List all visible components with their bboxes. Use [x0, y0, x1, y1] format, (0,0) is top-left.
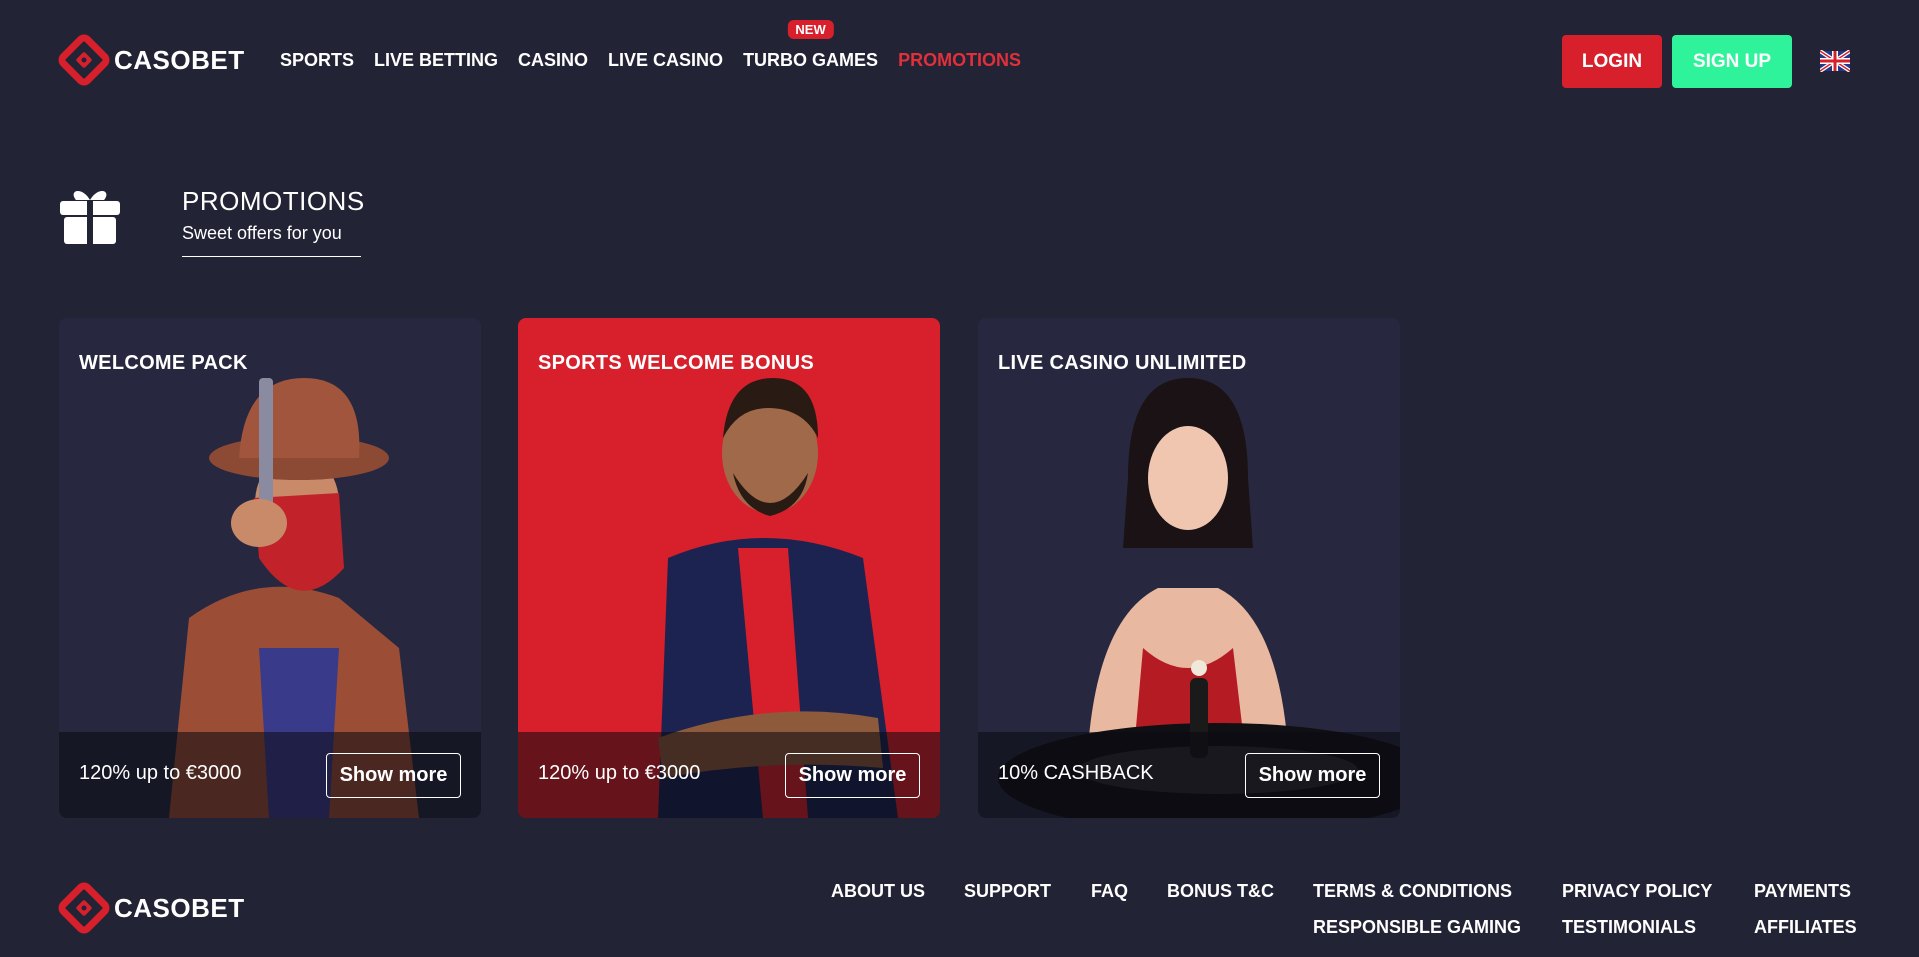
logo-diamond-icon [58, 882, 110, 934]
logo-text: CASOBET [114, 892, 245, 923]
footer-link-terms-conditions[interactable]: TERMS & CONDITIONS [1313, 881, 1512, 902]
promo-card-live-casino-unlimited[interactable]: LIVE CASINO UNLIMITED 10% CASHBACK Show … [978, 318, 1400, 818]
page-title: PROMOTIONS [182, 186, 365, 216]
nav-item-live-casino[interactable]: LIVE CASINO [608, 50, 723, 71]
main-nav: SPORTS LIVE BETTING CASINO LIVE CASINO N… [280, 20, 1041, 71]
heading-underline [182, 256, 361, 257]
card-footer: 120% up to €3000 Show more [518, 732, 940, 818]
logo-diamond-icon [58, 34, 110, 86]
card-offer: 10% CASHBACK [998, 762, 1154, 784]
promotions-heading: PROMOTIONS Sweet offers for you [182, 186, 365, 244]
logo-text: CASOBET [114, 44, 245, 75]
footer-link-privacy-policy[interactable]: PRIVACY POLICY [1562, 881, 1712, 902]
footer-link-faq[interactable]: FAQ [1091, 881, 1128, 902]
nav-item-turbo-games[interactable]: NEW TURBO GAMES [743, 20, 879, 71]
signup-button[interactable]: SIGN UP [1672, 35, 1792, 88]
nav-item-promotions[interactable]: PROMOTIONS [898, 50, 1021, 71]
footer-casobet-logo[interactable]: CASOBET [58, 877, 245, 939]
footer-link-payments[interactable]: PAYMENTS [1754, 881, 1851, 902]
footer-link-support[interactable]: SUPPORT [964, 881, 1051, 902]
page-subtitle: Sweet offers for you [182, 223, 342, 243]
show-more-button[interactable]: Show more [785, 753, 920, 798]
card-title: WELCOME PACK [79, 352, 248, 374]
show-more-button[interactable]: Show more [326, 753, 461, 798]
card-footer: 10% CASHBACK Show more [978, 732, 1400, 818]
login-button[interactable]: LOGIN [1562, 35, 1662, 88]
uk-flag-icon[interactable] [1820, 50, 1850, 72]
footer-link-responsible-gaming[interactable]: RESPONSIBLE GAMING [1313, 917, 1521, 938]
promo-card-welcome-pack[interactable]: WELCOME PACK 120% up to €3000 Show more [59, 318, 481, 818]
card-footer: 120% up to €3000 Show more [59, 732, 481, 818]
card-offer: 120% up to €3000 [538, 762, 701, 784]
card-title: LIVE CASINO UNLIMITED [998, 352, 1247, 374]
gift-icon [60, 190, 120, 244]
footer-link-affiliates[interactable]: AFFILIATES [1754, 917, 1857, 938]
footer-link-bonus-tc[interactable]: BONUS T&C [1167, 881, 1274, 902]
site-header: CASOBET SPORTS LIVE BETTING CASINO LIVE … [0, 0, 1919, 122]
nav-item-label: TURBO GAMES [743, 50, 879, 70]
footer-link-testimonials[interactable]: TESTIMONIALS [1562, 917, 1696, 938]
card-offer: 120% up to €3000 [79, 762, 242, 784]
promo-card-sports-welcome-bonus[interactable]: SPORTS WELCOME BONUS 120% up to €3000 Sh… [518, 318, 940, 818]
show-more-button[interactable]: Show more [1245, 753, 1380, 798]
casobet-logo[interactable]: CASOBET [58, 29, 245, 91]
footer-link-about-us[interactable]: ABOUT US [831, 881, 925, 902]
nav-item-sports[interactable]: SPORTS [280, 50, 354, 71]
new-badge: NEW [787, 20, 834, 39]
card-title: SPORTS WELCOME BONUS [538, 352, 815, 374]
nav-item-live-betting[interactable]: LIVE BETTING [374, 50, 498, 71]
nav-item-casino[interactable]: CASINO [518, 50, 588, 71]
